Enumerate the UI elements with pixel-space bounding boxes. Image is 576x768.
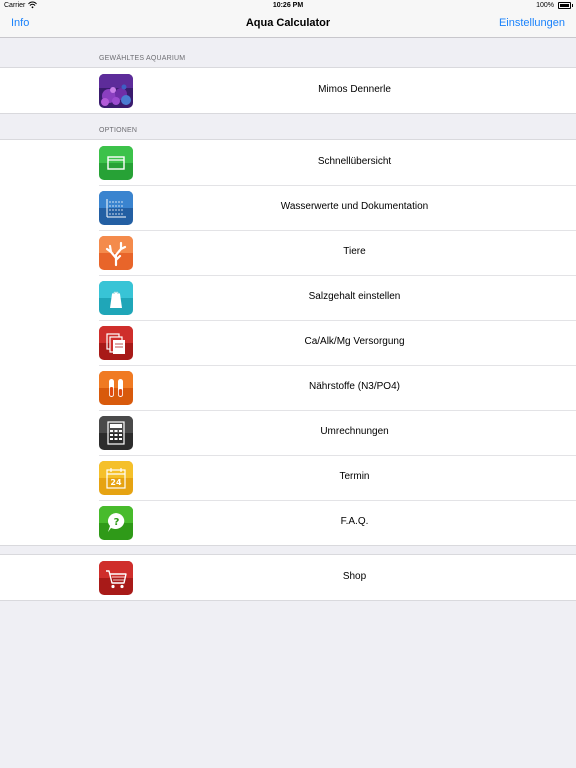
option-row-faq[interactable]: ? F.A.Q. (0, 500, 576, 545)
option-label: Wasserwerte und Dokumentation (280, 201, 429, 212)
aquarium-photo (99, 74, 133, 108)
documents-icon (99, 326, 133, 360)
option-label: F.A.Q. (340, 516, 369, 527)
option-label: Tiere (343, 246, 366, 257)
shop-row[interactable]: Shop (0, 555, 576, 600)
option-row-salinity[interactable]: Salzgehalt einstellen (0, 275, 576, 320)
option-label: Nährstoffe (N3/PO4) (309, 381, 400, 392)
shop-label: Shop (342, 571, 367, 582)
overview-icon (99, 146, 133, 180)
option-row-overview[interactable]: Schnellübersicht (0, 140, 576, 185)
aquarium-group: Mimos Dennerle (0, 67, 576, 114)
shop-group: Shop (0, 554, 576, 601)
option-row-supply[interactable]: Ca/Alk/Mg Versorgung (0, 320, 576, 365)
salt-shaker-icon (99, 281, 133, 315)
option-row-nutrients[interactable]: Nährstoffe (N3/PO4) (0, 365, 576, 410)
option-label: Schnellübersicht (317, 156, 392, 167)
cart-icon (99, 561, 133, 595)
water-values-icon (99, 191, 133, 225)
option-row-conversions[interactable]: Umrechnungen (0, 410, 576, 455)
status-bar: Carrier 10:26 PM 100% (0, 0, 576, 12)
settings-button[interactable]: Einstellungen (499, 17, 565, 29)
svg-text:?: ? (114, 517, 120, 528)
option-row-animals[interactable]: Tiere (0, 230, 576, 275)
test-tubes-icon (99, 371, 133, 405)
option-label: Salzgehalt einstellen (308, 291, 401, 302)
section-header-aquarium: GEWÄHLTES AQUARIUM (99, 55, 186, 62)
option-label: Termin (339, 471, 370, 482)
option-row-water-values[interactable]: Wasserwerte und Dokumentation (0, 185, 576, 230)
coral-icon (99, 236, 133, 270)
navigation-bar: Info Aqua Calculator Einstellungen (0, 12, 576, 38)
aquarium-name: Mimos Dennerle (318, 84, 391, 95)
battery-percentage: 100% (536, 2, 554, 9)
option-label: Ca/Alk/Mg Versorgung (304, 336, 405, 347)
battery-icon (558, 2, 573, 9)
options-group: Schnellübersicht Wasserwerte und Dokumen… (0, 139, 576, 546)
svg-text:24: 24 (110, 478, 122, 487)
section-header-options: OPTIONEN (99, 127, 138, 134)
clock: 10:26 PM (272, 2, 304, 9)
calendar-icon: 24 (99, 461, 133, 495)
calculator-icon (99, 416, 133, 450)
option-row-appointment[interactable]: 24 Termin (0, 455, 576, 500)
question-bubble-icon: ? (99, 506, 133, 540)
aquarium-row[interactable]: Mimos Dennerle (0, 68, 576, 113)
option-label: Umrechnungen (320, 426, 389, 437)
page-title: Aqua Calculator (245, 17, 331, 29)
